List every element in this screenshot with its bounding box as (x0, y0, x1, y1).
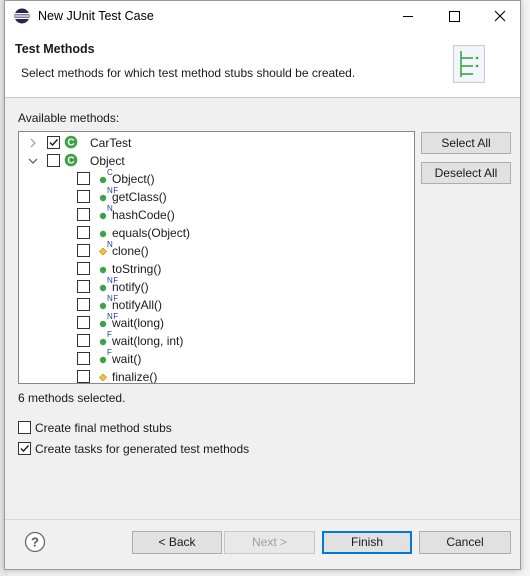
tree-checkbox[interactable] (77, 190, 90, 203)
select-all-button[interactable]: Select All (421, 132, 511, 154)
tree-node-method[interactable]: NF wait(long) (19, 313, 414, 332)
cancel-button[interactable]: Cancel (419, 531, 511, 554)
junit-wizard-icon (453, 45, 485, 83)
available-methods-label: Available methods: (18, 111, 120, 125)
tree-checkbox[interactable] (77, 244, 90, 257)
tree-node-method[interactable]: Nclone() (19, 241, 414, 260)
class-icon: C (64, 135, 78, 149)
tree-checkbox[interactable] (77, 316, 90, 329)
tree-node-label[interactable]: hashCode() (112, 208, 175, 222)
tree-node-method[interactable]: Fwait(long, int) (19, 331, 414, 350)
tree-checkbox[interactable] (77, 334, 90, 347)
button-bar-separator (5, 519, 520, 520)
collapsed-arrow-icon[interactable] (28, 137, 38, 148)
tree-node-method[interactable]: NF getClass() (19, 187, 414, 206)
tasks-checkbox[interactable] (18, 442, 31, 455)
tree-checkbox[interactable] (47, 136, 60, 149)
tree-node-label[interactable]: clone() (112, 244, 149, 258)
methods-tree[interactable]: C CarTest C Object C Object() NF getClass() Nhas… (18, 131, 415, 384)
expanded-arrow-icon[interactable] (28, 155, 38, 165)
tree-node-label[interactable]: notifyAll() (112, 298, 162, 312)
tree-checkbox[interactable] (77, 226, 90, 239)
wizard-header: Test Methods Select methods for which te… (5, 32, 520, 98)
tree-node-label[interactable]: finalize() (112, 370, 157, 383)
dialog-window: New JUnit Test Case Test Methods Select … (4, 0, 521, 570)
tree-checkbox[interactable] (77, 208, 90, 221)
tree-node-label[interactable]: equals(Object) (112, 226, 190, 240)
tree-node-label[interactable]: toString() (112, 262, 161, 276)
tree-checkbox[interactable] (77, 298, 90, 311)
tree-node-class[interactable]: C CarTest (19, 134, 414, 152)
tree-node-label[interactable]: wait(long) (112, 316, 164, 330)
window-title: New JUnit Test Case (38, 9, 154, 23)
selection-status: 6 methods selected. (18, 391, 126, 405)
tree-node-class[interactable]: C Object (19, 152, 414, 170)
deselect-all-button[interactable]: Deselect All (421, 162, 511, 184)
eclipse-icon (14, 8, 30, 24)
tree-node-label[interactable]: notify() (112, 280, 149, 294)
maximize-button[interactable] (431, 1, 477, 32)
finish-button[interactable]: Finish (322, 531, 412, 554)
tree-node-label[interactable]: wait(long, int) (112, 334, 183, 348)
minimize-button[interactable] (385, 1, 431, 32)
tree-node-method[interactable]: equals(Object) (19, 224, 414, 242)
svg-text:C: C (67, 138, 74, 149)
tree-checkbox[interactable] (77, 262, 90, 275)
tree-node-method[interactable]: NF notify() (19, 277, 414, 296)
tree-checkbox[interactable] (77, 172, 90, 185)
minimize-icon (403, 16, 413, 17)
tree-node-label[interactable]: Object (90, 154, 125, 168)
help-icon[interactable]: ? (24, 531, 46, 553)
tree-node-method[interactable]: toString() (19, 260, 414, 278)
final-stubs-checkbox[interactable] (18, 421, 31, 434)
close-icon (494, 10, 506, 22)
tree-node-method[interactable]: NhashCode() (19, 205, 414, 224)
back-button[interactable]: < Back (132, 531, 222, 554)
close-button[interactable] (477, 1, 523, 32)
svg-text:C: C (67, 156, 74, 167)
tree-node-label[interactable]: CarTest (90, 136, 131, 150)
page-description: Select methods for which test method stu… (21, 66, 356, 80)
tree-checkbox[interactable] (77, 352, 90, 365)
tree-node-method[interactable]: C Object() (19, 169, 414, 188)
tree-node-method[interactable]: Fwait() (19, 349, 414, 368)
tree-checkbox[interactable] (77, 280, 90, 293)
tree-node-label[interactable]: wait() (112, 352, 141, 366)
tree-node-method[interactable]: NF notifyAll() (19, 295, 414, 314)
tree-checkbox[interactable] (77, 370, 90, 383)
tree-node-method[interactable]: finalize() (19, 368, 414, 383)
maximize-icon (449, 11, 460, 22)
tree-node-label[interactable]: getClass() (112, 190, 167, 204)
tree-checkbox[interactable] (47, 154, 60, 167)
tree-node-label[interactable]: Object() (112, 172, 155, 186)
page-title: Test Methods (15, 42, 95, 56)
tasks-label[interactable]: Create tasks for generated test methods (35, 442, 249, 456)
final-stubs-label[interactable]: Create final method stubs (35, 421, 172, 435)
next-button[interactable]: Next > (224, 531, 315, 554)
svg-text:?: ? (31, 535, 39, 550)
class-icon: C (64, 153, 78, 167)
title-bar: New JUnit Test Case (5, 1, 520, 32)
